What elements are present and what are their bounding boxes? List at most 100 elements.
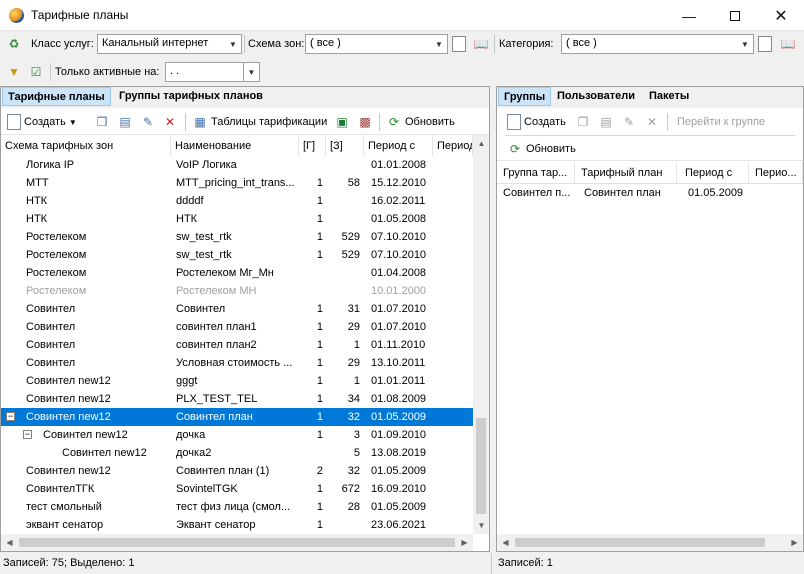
open-book-icon[interactable]: 📖 [780, 36, 796, 52]
tab-users[interactable]: Пользователи [552, 87, 640, 106]
table-row[interactable]: Логика IP VoIP Логика 01.01.2008 [1, 156, 473, 174]
table-row[interactable]: Совинтел совинтел план1 1 29 01.07.2010 [1, 318, 473, 336]
table-row[interactable]: Ростелеком Ростелеком Мг_Мн 01.04.2008 [1, 264, 473, 282]
scroll-right-icon[interactable]: ▶ [786, 534, 803, 551]
refresh-button[interactable]: ⟳ Обновить [386, 111, 455, 133]
cell-from: 01.11.2010 [371, 339, 426, 351]
table-row[interactable]: МТТ MTT_pricing_int_trans... 1 58 15.12.2010 [1, 174, 473, 192]
cell-g: 1 [316, 375, 323, 387]
left-horizontal-scrollbar[interactable]: ◀ ▶ [1, 534, 473, 551]
checklist-icon[interactable]: ☑ [28, 64, 44, 80]
zone-scheme-page-icon[interactable] [452, 36, 466, 52]
cell-scheme: Ростелеком [26, 231, 87, 243]
tab-tariff-plans[interactable]: Тарифные планы [2, 87, 111, 106]
left-vertical-scrollbar[interactable]: ▲ ▼ [473, 135, 489, 534]
tariff-tables-button[interactable]: ▦ Таблицы тарификации [192, 111, 327, 133]
cell-g [299, 264, 323, 282]
column-header-z[interactable]: [З] [326, 135, 364, 157]
filter-icon[interactable]: ▼ [6, 64, 22, 80]
group-edit-button[interactable]: ✎ [621, 111, 637, 133]
edit-button[interactable]: ✎ [140, 111, 156, 133]
table-row[interactable]: Совинтел Совинтел 1 31 01.07.2010 [1, 300, 473, 318]
table-row[interactable]: Совинтел Условная стоимость ... 1 29 13.10.2… [1, 354, 473, 372]
table-row[interactable]: тест смольный тест физ лица (смол... 1 28 01… [1, 498, 473, 516]
column-header-group[interactable]: Группа тар... [497, 162, 575, 184]
table-row[interactable]: эквант сенатор Эквант сенатор 1 23.06.2021 [1, 516, 473, 534]
cell-from: 07.10.2010 [371, 231, 427, 243]
separator [185, 113, 186, 131]
table-row[interactable]: Ростелеком Ростелеком МН 10.01.2000 [1, 282, 473, 300]
tab-groups[interactable]: Группы [498, 87, 552, 106]
table-row[interactable]: СовинтелТГК SovintelTGK 1 672 16.09.2010 [1, 480, 473, 498]
document-icon: ▤ [600, 115, 612, 129]
scroll-down-icon[interactable]: ▼ [473, 517, 490, 534]
scroll-left-icon[interactable]: ◀ [497, 534, 514, 551]
cell-scheme: Совинтел new12 [26, 411, 111, 423]
column-header-name[interactable]: Наименование [171, 135, 299, 157]
scroll-right-icon[interactable]: ▶ [456, 534, 473, 551]
scroll-thumb[interactable] [476, 418, 486, 514]
create-button[interactable]: Создать ▼ [7, 111, 77, 133]
group-properties-button[interactable]: ▤ [598, 111, 614, 133]
column-header-to[interactable]: Период по [433, 135, 473, 157]
close-button[interactable]: ✕ [758, 0, 804, 31]
table-row[interactable]: Совинтел new12 Совинтел план (1) 2 32 01.05.… [1, 462, 473, 480]
scroll-up-icon[interactable]: ▲ [473, 135, 490, 152]
scroll-thumb[interactable] [19, 538, 455, 547]
category-select[interactable]: ( все ) ▼ [561, 34, 754, 54]
table-row[interactable]: Совинтел new12 PLX_TEST_TEL 1 34 01.08.2009 [1, 390, 473, 408]
column-header-from[interactable]: Период с [364, 135, 433, 157]
refresh-filter-icon[interactable]: ♻ [6, 36, 22, 52]
pencil-icon: ✎ [623, 115, 635, 129]
open-book-icon[interactable]: 📖 [473, 36, 489, 52]
cell-g: 1 [316, 249, 323, 261]
table-row[interactable]: Совинтел п... Совинтел план 01.05.2009 [497, 184, 803, 202]
table-row[interactable]: НТК ddddf 1 16.02.2011 [1, 192, 473, 210]
cell-z: 1 [353, 339, 360, 351]
group-create-button[interactable]: Создать [507, 111, 566, 133]
database-button[interactable]: ▩ [357, 111, 373, 133]
zone-scheme-select[interactable]: ( все ) ▼ [305, 34, 448, 54]
export-excel-button[interactable]: ▣ [334, 111, 350, 133]
table-row[interactable]: Совинтел совинтел план2 1 1 01.11.2010 [1, 336, 473, 354]
cell-name: VoIP Логика [176, 159, 237, 171]
group-copy-button[interactable]: ❐ [575, 111, 591, 133]
delete-button[interactable]: ✕ [162, 111, 178, 133]
column-header-plan[interactable]: Тарифный план [575, 162, 677, 184]
table-row[interactable]: − Совинтел new12 Совинтел план 1 32 01.05.200… [1, 408, 473, 426]
collapse-icon[interactable]: − [6, 412, 15, 421]
cell-from: 15.12.2010 [371, 177, 427, 189]
table-row[interactable]: − Совинтел new12 дочка 1 3 01.09.2010 [1, 426, 473, 444]
column-header-from[interactable]: Период с [677, 162, 749, 184]
tab-tariff-plan-groups[interactable]: Группы тарифных планов [114, 87, 268, 106]
cell-g: 1 [316, 303, 323, 315]
minimize-button[interactable]: — [666, 0, 712, 31]
tab-packages[interactable]: Пакеты [644, 87, 694, 106]
column-header-to[interactable]: Перио... [749, 162, 803, 184]
collapse-icon[interactable]: − [23, 430, 32, 439]
category-page-icon[interactable] [758, 36, 772, 52]
right-horizontal-scrollbar[interactable]: ◀ ▶ [497, 534, 803, 551]
refresh-label: Обновить [405, 116, 455, 128]
column-header-g[interactable]: [Г] [299, 135, 326, 157]
cell-g: 1 [316, 393, 323, 405]
scroll-left-icon[interactable]: ◀ [1, 534, 18, 551]
zone-scheme-label: Схема зон: [248, 38, 305, 50]
column-header-scheme[interactable]: Схема тарифных зон [1, 135, 171, 157]
scroll-thumb[interactable] [515, 538, 765, 547]
table-row[interactable]: Совинтел new12 gggt 1 1 01.01.2011 [1, 372, 473, 390]
service-class-select[interactable]: Канальный интернет ▼ [97, 34, 242, 54]
goto-group-button[interactable]: Перейти к группе [677, 111, 765, 133]
group-refresh-button[interactable]: ⟳ Обновить [507, 138, 576, 160]
table-row[interactable]: Ростелеком sw_test_rtk 1 529 07.10.2010 [1, 228, 473, 246]
separator [244, 35, 245, 53]
maximize-button[interactable] [712, 0, 758, 31]
group-delete-button[interactable]: ✕ [644, 111, 660, 133]
active-date-picker[interactable]: . . ▼ [165, 62, 260, 82]
copy-icon: ❐ [577, 115, 589, 129]
table-row[interactable]: НТК НТК 1 01.05.2008 [1, 210, 473, 228]
table-row[interactable]: Ростелеком sw_test_rtk 1 529 07.10.2010 [1, 246, 473, 264]
properties-button[interactable]: ▤ [117, 111, 133, 133]
copy-button[interactable]: ❐ [94, 111, 110, 133]
table-row[interactable]: Совинтел new12 дочка2 5 13.08.2019 [1, 444, 473, 462]
